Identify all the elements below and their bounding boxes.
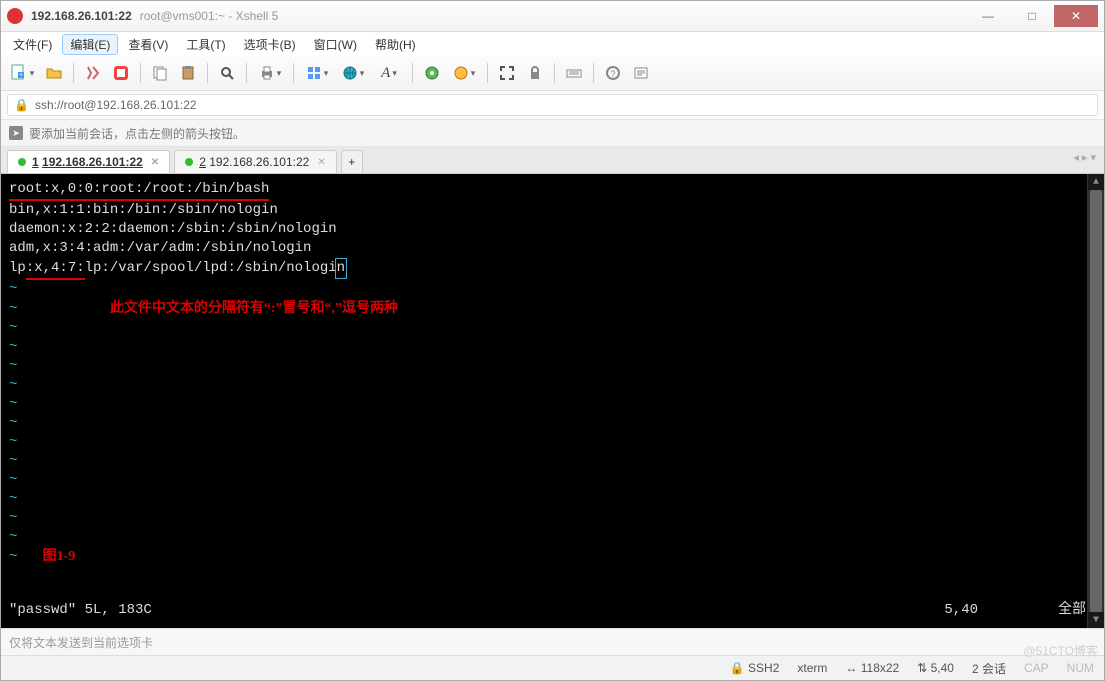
lock-small-icon: 🔒	[14, 98, 29, 112]
session-tab-1[interactable]: 1 192.168.26.101:22 ✕	[7, 150, 170, 173]
compose-icon[interactable]	[630, 62, 652, 84]
status-size: ↔ 118x22	[845, 661, 899, 675]
help-icon[interactable]: ?	[602, 62, 624, 84]
terminal[interactable]: root:x,0:0:root:/root:/bin/bash bin,x:1:…	[1, 174, 1104, 628]
new-session-icon[interactable]: +▾	[7, 62, 37, 84]
translate-icon[interactable]: ▾	[449, 62, 479, 84]
menu-edit[interactable]: 编辑(E)	[62, 34, 118, 55]
tabbar: 1 192.168.26.101:22 ✕ 2 192.168.26.101:2…	[1, 147, 1104, 174]
menu-tools[interactable]: 工具(T)	[178, 34, 233, 55]
terminal-line: daemon:x:2:2:daemon:/sbin:/sbin/nologin	[9, 221, 337, 237]
status-cursor: ⇅ 5,40	[917, 661, 954, 675]
status-num: NUM	[1067, 661, 1094, 675]
window-title-sub: root@vms001:~ - Xshell 5	[140, 9, 279, 23]
tab-close-icon[interactable]: ✕	[317, 157, 325, 168]
address-text: ssh://root@192.168.26.101:22	[35, 98, 197, 112]
status-sessions: 2 会话	[972, 660, 1006, 677]
vim-statusline: "passwd" 5L, 183C 5,40 全部	[9, 601, 1086, 620]
window-title-main: 192.168.26.101:22	[31, 9, 132, 23]
disconnect-icon[interactable]	[110, 62, 132, 84]
globe-icon[interactable]: ▾	[338, 62, 368, 84]
terminal-line: lp:x,4:7:lp:/var/spool/lpd:/sbin/nologin	[9, 260, 347, 276]
add-tab-button[interactable]: +	[341, 150, 363, 173]
menu-tabs[interactable]: 选项卡(B)	[236, 34, 304, 55]
lock-icon[interactable]	[524, 62, 546, 84]
status-caps: CAP	[1024, 661, 1049, 675]
terminal-line: root:x,0:0:root:/root:/bin/bash	[9, 181, 269, 197]
app-icon	[7, 8, 23, 24]
app-window: 192.168.26.101:22 root@vms001:~ - Xshell…	[0, 0, 1105, 681]
menu-file[interactable]: 文件(F)	[5, 34, 60, 55]
fullscreen-icon[interactable]	[496, 62, 518, 84]
terminal-line: bin,x:1:1:bin:/bin:/sbin/nologin	[9, 202, 278, 218]
quickcmd-icon[interactable]	[82, 62, 104, 84]
status-dot-icon	[18, 158, 26, 166]
menu-help[interactable]: 帮助(H)	[367, 34, 424, 55]
close-button[interactable]: ✕	[1054, 5, 1098, 27]
hint-text: 要添加当前会话，点击左侧的箭头按钮。	[29, 125, 245, 142]
print-icon[interactable]: ▾	[255, 62, 285, 84]
font-icon[interactable]: A▾	[374, 62, 404, 84]
properties-icon[interactable]: ▾	[302, 62, 332, 84]
tab-nav[interactable]: ◂ ▸ ▾	[1073, 151, 1096, 164]
terminal-scrollbar[interactable]: ▲ ▼	[1087, 174, 1104, 628]
maximize-button[interactable]: □	[1010, 5, 1054, 27]
status-termtype: xterm	[797, 661, 827, 675]
status-proto: 🔒 SSH2	[730, 661, 780, 675]
sendbar-placeholder: 仅将文本发送到当前选项卡	[9, 634, 153, 651]
copy-icon[interactable]	[149, 62, 171, 84]
menubar: 文件(F) 编辑(E) 查看(V) 工具(T) 选项卡(B) 窗口(W) 帮助(…	[1, 32, 1104, 56]
address-field[interactable]: 🔒 ssh://root@192.168.26.101:22	[7, 94, 1098, 116]
titlebar: 192.168.26.101:22 root@vms001:~ - Xshell…	[1, 1, 1104, 32]
keyboard-icon[interactable]	[563, 62, 585, 84]
hintbar: ➤ 要添加当前会话，点击左侧的箭头按钮。	[1, 120, 1104, 147]
svg-text:?: ?	[610, 69, 615, 79]
addressbar: 🔒 ssh://root@192.168.26.101:22	[1, 91, 1104, 120]
scroll-down-icon[interactable]: ▼	[1088, 612, 1104, 628]
tab-close-icon[interactable]: ✕	[151, 157, 159, 168]
scroll-up-icon[interactable]: ▲	[1088, 174, 1104, 190]
minimize-button[interactable]: —	[966, 5, 1010, 27]
menu-window[interactable]: 窗口(W)	[306, 34, 365, 55]
svg-text:+: +	[19, 72, 23, 79]
colors-icon[interactable]	[421, 62, 443, 84]
toolbar: +▾ ▾ ▾ ▾ A▾ ▾ ?	[1, 56, 1104, 91]
annotation: 此文件中文本的分隔符有“:”冒号和“,”逗号两种	[110, 301, 398, 316]
figure-label: 图1-9	[43, 549, 76, 564]
session-tab-2[interactable]: 2 192.168.26.101:22 ✕	[174, 150, 337, 173]
statusbar: 🔒 SSH2 xterm ↔ 118x22 ⇅ 5,40 2 会话 CAP NU…	[1, 655, 1104, 680]
watermark: @51CTO博客	[1023, 644, 1098, 658]
find-icon[interactable]	[216, 62, 238, 84]
open-icon[interactable]	[43, 62, 65, 84]
menu-view[interactable]: 查看(V)	[120, 34, 176, 55]
terminal-line: adm,x:3:4:adm:/var/adm:/sbin/nologin	[9, 240, 311, 256]
hint-icon[interactable]: ➤	[9, 126, 23, 140]
status-dot-icon	[185, 158, 193, 166]
scroll-thumb[interactable]	[1090, 190, 1102, 612]
paste-icon[interactable]	[177, 62, 199, 84]
sendbar[interactable]: 仅将文本发送到当前选项卡	[1, 628, 1104, 655]
